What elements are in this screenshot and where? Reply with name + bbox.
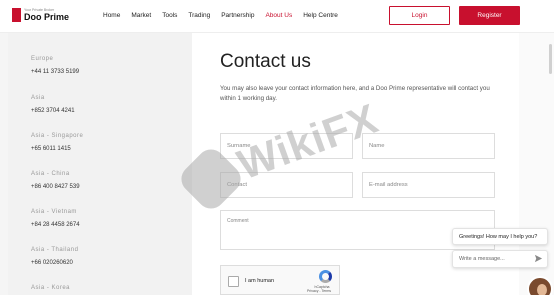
- captcha-links[interactable]: Privacy - Terms: [299, 289, 339, 293]
- login-button[interactable]: Login: [389, 6, 450, 25]
- office-region: Asia - Korea: [31, 285, 71, 291]
- office-region: Asia - Vietnam: [31, 209, 77, 215]
- avatar-face: [537, 284, 547, 295]
- office-region: Asia - China: [31, 171, 70, 177]
- nav-trading[interactable]: Trading: [188, 12, 210, 20]
- office-asia: Asia +852 3704 4241: [31, 94, 75, 115]
- page-title: Contact us: [220, 51, 311, 72]
- surname-field[interactable]: Surname: [220, 133, 353, 159]
- nav-market[interactable]: Market: [131, 12, 151, 20]
- office-korea: Asia - Korea: [31, 284, 70, 292]
- left-gutter: [0, 33, 8, 295]
- nav-about-us[interactable]: About Us: [265, 12, 292, 20]
- office-phone[interactable]: +66 020260620: [31, 259, 78, 267]
- office-phone[interactable]: +44 11 3733 5199: [31, 68, 79, 76]
- nav-help-centre[interactable]: Help Centre: [303, 12, 338, 20]
- nav-partnership[interactable]: Partnership: [221, 12, 254, 20]
- logo-text: Your Private Broker Doo Prime: [24, 8, 69, 22]
- contact-field[interactable]: Contact: [220, 172, 353, 198]
- hcaptcha-widget: I am human hCaptcha Privacy - Terms: [220, 265, 340, 295]
- office-region: Europe: [31, 56, 54, 62]
- nav-tools[interactable]: Tools: [162, 12, 177, 20]
- chat-agent-avatar[interactable]: [527, 276, 553, 295]
- scrollbar-thumb[interactable]: [549, 44, 552, 74]
- doo-prime-logo[interactable]: Your Private Broker Doo Prime: [12, 8, 69, 22]
- office-singapore: Asia - Singapore +65 6011 1415: [31, 132, 83, 153]
- name-field[interactable]: Name: [362, 133, 495, 159]
- office-thailand: Asia - Thailand +66 020260620: [31, 246, 78, 267]
- office-region: Asia - Thailand: [31, 247, 79, 253]
- chat-greeting: Greetings! How may I help you?: [452, 228, 548, 245]
- hcaptcha-logo-icon: [319, 270, 332, 283]
- main-nav: Home Market Tools Trading Partnership Ab…: [103, 12, 349, 20]
- contact-description: You may also leave your contact informat…: [220, 85, 490, 102]
- office-china: Asia - China +86 400 8427 539: [31, 170, 80, 191]
- office-europe: Europe +44 11 3733 5199: [31, 55, 79, 76]
- register-button[interactable]: Register: [459, 6, 520, 25]
- office-vietnam: Asia - Vietnam +84 28 4458 2674: [31, 208, 80, 229]
- nav-home[interactable]: Home: [103, 12, 120, 20]
- site-header: Your Private Broker Doo Prime Home Marke…: [0, 0, 554, 33]
- office-phone[interactable]: +65 6011 1415: [31, 145, 83, 153]
- office-phone[interactable]: +86 400 8427 539: [31, 183, 80, 191]
- email-field[interactable]: E-mail address: [362, 172, 495, 198]
- send-icon[interactable]: [534, 254, 543, 263]
- office-region: Asia: [31, 95, 45, 101]
- office-phone[interactable]: +84 28 4458 2674: [31, 221, 80, 229]
- logo-name: Doo Prime: [24, 12, 70, 22]
- logo-mark-icon: [12, 8, 21, 22]
- captcha-label: I am human: [245, 278, 275, 284]
- captcha-checkbox[interactable]: [228, 276, 239, 287]
- office-phone[interactable]: +852 3704 4241: [31, 107, 75, 115]
- office-region: Asia - Singapore: [31, 133, 84, 139]
